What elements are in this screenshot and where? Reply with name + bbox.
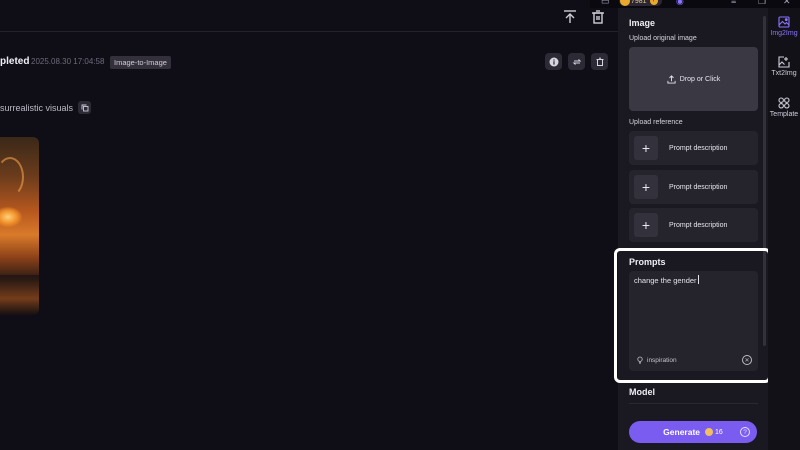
trash-icon[interactable]: [589, 8, 607, 26]
coin-icon: [620, 0, 630, 6]
add-coins-icon[interactable]: +: [649, 0, 658, 5]
drop-or-click-label: Drop or Click: [679, 75, 721, 83]
upload-top-icon[interactable]: [561, 8, 579, 26]
image-section-title: Image: [629, 18, 656, 28]
upload-icon: [667, 74, 676, 84]
avatar-icon[interactable]: ◉: [676, 0, 684, 7]
help-icon[interactable]: ?: [740, 427, 750, 437]
main-area: pleted 2025.08.30 17:04:58 Image-to-Imag…: [0, 0, 618, 450]
reference-slot-2[interactable]: + Prompt description: [629, 170, 758, 204]
edit-image-icon: [778, 56, 790, 68]
close-icon[interactable]: ✕: [783, 0, 791, 7]
coin-balance-value: 7981: [631, 0, 647, 5]
model-section-title: Model: [629, 387, 655, 397]
trash-small-icon: [596, 57, 603, 66]
regenerate-button[interactable]: [568, 53, 585, 70]
result-image-thumbnail[interactable]: [0, 137, 39, 315]
result-image-water: [0, 275, 39, 315]
info-button[interactable]: [545, 53, 562, 70]
rail-item-label: Txt2Img: [771, 70, 797, 77]
reference-label: Prompt description: [669, 183, 728, 191]
rail-item-txt2img[interactable]: Txt2Img: [768, 56, 800, 77]
job-status: pleted: [0, 56, 30, 67]
refresh-icon: [572, 58, 581, 65]
generate-cost: 16: [715, 428, 723, 436]
generate-label: Generate: [663, 427, 701, 437]
result-image-detail: [0, 157, 24, 197]
job-prompt-text: surrealistic visuals: [0, 102, 74, 113]
upload-original-dropzone[interactable]: Drop or Click: [629, 47, 758, 111]
copy-prompt-button[interactable]: [78, 101, 92, 114]
main-toolbar: [0, 0, 618, 32]
reference-label: Prompt description: [669, 144, 728, 152]
info-icon: [549, 57, 558, 66]
copy-icon: [81, 104, 88, 111]
result-image-sun: [0, 207, 22, 227]
chat-icon[interactable]: ▭: [601, 0, 610, 7]
delete-job-button[interactable]: [591, 53, 608, 70]
model-divider: [629, 403, 758, 404]
prompts-highlight-box: [614, 248, 771, 383]
job-actions: [545, 53, 608, 70]
rail-item-img2img[interactable]: Img2Img: [768, 16, 800, 37]
reference-label: Prompt description: [669, 221, 728, 229]
plus-icon: +: [634, 175, 658, 199]
plus-icon: +: [634, 213, 658, 237]
plus-icon: +: [634, 136, 658, 160]
upload-original-label: Upload original image: [629, 35, 697, 42]
job-type-badge: Image-to-Image: [110, 56, 171, 69]
rail-item-label: Img2Img: [770, 30, 798, 37]
coin-icon: [705, 428, 714, 436]
rail-item-label: Template: [769, 111, 799, 118]
reference-slot-1[interactable]: + Prompt description: [629, 131, 758, 165]
grid-icon: [778, 97, 790, 109]
rail-item-template[interactable]: Template: [768, 97, 800, 118]
reference-slot-3[interactable]: + Prompt description: [629, 208, 758, 242]
job-prompt: surrealistic visuals: [0, 101, 92, 114]
menu-icon[interactable]: ≡: [731, 0, 736, 6]
job-timestamp: 2025.08.30 17:04:58: [31, 57, 105, 66]
generate-button[interactable]: Generate 16: [629, 421, 757, 443]
image-icon: [778, 16, 790, 28]
upload-reference-label: Upload reference: [629, 119, 683, 126]
restore-icon[interactable]: ❐: [758, 0, 766, 7]
coin-balance[interactable]: 7981 +: [619, 0, 662, 6]
